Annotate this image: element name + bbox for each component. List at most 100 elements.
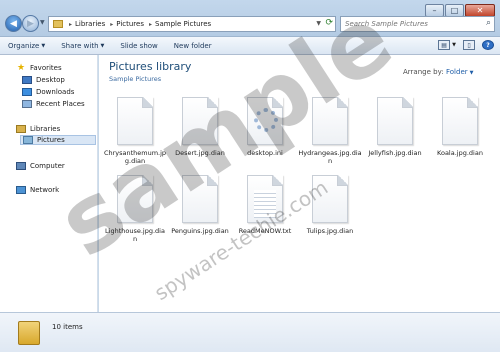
recent-places-icon <box>22 100 32 108</box>
details-pane: 10 items <box>0 312 500 352</box>
file-name: Desert.jpg.dian <box>175 149 225 157</box>
generic-file-icon <box>312 175 348 223</box>
chevron-down-icon: ▼ <box>100 42 105 49</box>
new-folder-label: New folder <box>173 41 212 50</box>
help-icon[interactable]: ? <box>482 40 494 50</box>
maximize-icon: □ <box>450 6 459 15</box>
folder-icon <box>53 20 63 28</box>
file-name: Tulips.jpg.dian <box>306 227 354 235</box>
text-file-icon <box>247 175 283 223</box>
folder-icon <box>18 321 40 345</box>
preview-pane-icon[interactable]: ▯ <box>463 40 475 50</box>
navigation-pane: ★ Favorites Desktop Downloads Recent Pla… <box>0 55 98 312</box>
settings-file-icon <box>247 97 283 145</box>
search-box[interactable]: ⌕ <box>340 16 495 32</box>
file-name: Lighthouse.jpg.dian <box>105 227 165 243</box>
file-item[interactable]: Koala.jpg.dian <box>428 97 492 157</box>
toolbar-right: ▤ ▼ ▯ ? <box>431 40 494 50</box>
organize-label: Organize <box>8 41 40 50</box>
breadcrumb-pictures[interactable]: Pictures <box>116 20 144 28</box>
downloads-icon <box>22 88 32 96</box>
file-name: Penguins.jpg.dian <box>171 227 229 235</box>
computer-icon <box>16 162 26 170</box>
minimize-icon: – <box>432 6 437 15</box>
nav-desktop-label: Desktop <box>36 76 65 84</box>
breadcrumb-libraries[interactable]: Libraries <box>75 20 105 28</box>
share-with-button[interactable]: Share with ▼ <box>61 42 104 50</box>
file-item[interactable]: Chrysanthemum.jpg.dian <box>103 97 167 165</box>
file-name: Jellyfish.jpg.dian <box>368 149 422 157</box>
forward-arrow-icon: ▶ <box>27 18 34 29</box>
nav-desktop[interactable]: Desktop <box>22 75 65 85</box>
organize-button[interactable]: Organize ▼ <box>8 42 45 50</box>
file-item[interactable]: Jellyfish.jpg.dian <box>363 97 427 157</box>
text-lines-icon <box>254 190 276 218</box>
breadcrumb-separator[interactable]: ▸ <box>69 21 72 28</box>
nav-libraries[interactable]: Libraries <box>16 124 60 134</box>
nav-favorites[interactable]: ★ Favorites <box>16 63 62 73</box>
file-item[interactable]: Desert.jpg.dian <box>168 97 232 157</box>
breadcrumb-separator[interactable]: ▸ <box>149 21 152 28</box>
back-arrow-icon: ◀ <box>10 18 17 29</box>
slide-show-button[interactable]: Slide show <box>120 42 157 50</box>
pictures-icon <box>23 136 33 144</box>
nav-recent-places-label: Recent Places <box>36 100 85 108</box>
command-bar: Organize ▼ Share with ▼ Slide show New fol… <box>0 37 500 55</box>
file-name: Chrysanthemum.jpg.dian <box>103 149 167 165</box>
generic-file-icon <box>312 97 348 145</box>
chevron-down-icon[interactable]: ▼ <box>452 42 456 48</box>
file-item[interactable]: ReadMeNOW.txt <box>233 175 297 235</box>
address-bar[interactable]: ▸ Libraries ▸ Pictures ▸ Sample Pictures… <box>48 16 336 32</box>
change-view-icon[interactable]: ▤ <box>438 40 451 50</box>
nav-libraries-label: Libraries <box>30 125 61 133</box>
nav-network[interactable]: Network <box>16 185 59 195</box>
file-item[interactable]: Lighthouse.jpg.dian <box>103 175 167 243</box>
file-name: Koala.jpg.dian <box>437 149 483 157</box>
generic-file-icon <box>182 175 218 223</box>
file-name: ReadMeNOW.txt <box>238 227 292 235</box>
nav-recent-places[interactable]: Recent Places <box>22 99 85 109</box>
arrange-by-label: Arrange by: <box>403 68 444 76</box>
generic-file-icon <box>377 97 413 145</box>
slide-show-label: Slide show <box>120 41 158 50</box>
chevron-down-icon: ▼ <box>469 70 474 76</box>
nav-computer[interactable]: Computer <box>16 161 65 171</box>
file-name: Hydrangeas.jpg.dian <box>298 149 362 165</box>
search-icon[interactable]: ⌕ <box>486 18 491 28</box>
item-count: 10 items <box>52 323 83 331</box>
breadcrumb-sample-pictures[interactable]: Sample Pictures <box>155 20 211 28</box>
gear-icon <box>254 108 278 132</box>
nav-network-label: Network <box>30 186 60 194</box>
nav-pictures[interactable]: Pictures <box>20 135 96 145</box>
generic-file-icon <box>117 175 153 223</box>
close-icon: ✕ <box>476 6 484 15</box>
page-title: Pictures library <box>109 60 192 73</box>
address-dropdown-icon[interactable]: ▼ <box>316 20 321 27</box>
nav-favorites-label: Favorites <box>30 64 62 72</box>
share-with-label: Share with <box>61 41 99 50</box>
search-input[interactable] <box>345 20 480 28</box>
breadcrumb-separator[interactable]: ▸ <box>110 21 113 28</box>
forward-button[interactable]: ▶ <box>22 15 39 32</box>
arrange-by-value: Folder <box>446 68 468 76</box>
nav-computer-label: Computer <box>30 162 65 170</box>
generic-file-icon <box>182 97 218 145</box>
file-item[interactable]: Hydrangeas.jpg.dian <box>298 97 362 165</box>
network-icon <box>16 186 26 194</box>
arrange-by-dropdown[interactable]: Folder ▼ <box>446 68 474 76</box>
file-item[interactable]: Tulips.jpg.dian <box>298 175 362 235</box>
libraries-icon <box>16 125 26 133</box>
chevron-down-icon: ▼ <box>41 42 46 49</box>
refresh-icon[interactable]: ⟳ <box>325 18 333 28</box>
library-subtitle: Sample Pictures <box>109 75 162 83</box>
file-item[interactable]: Penguins.jpg.dian <box>168 175 232 235</box>
star-icon: ★ <box>16 63 26 73</box>
nav-downloads[interactable]: Downloads <box>22 87 74 97</box>
recent-pages-dropdown[interactable]: ▼ <box>40 19 45 26</box>
file-item[interactable]: desktop.ini <box>233 97 297 157</box>
new-folder-button[interactable]: New folder <box>174 42 212 50</box>
back-button[interactable]: ◀ <box>5 15 22 32</box>
desktop-icon <box>22 76 32 84</box>
file-list-pane: Pictures library Sample Pictures Arrange… <box>99 55 500 312</box>
nav-downloads-label: Downloads <box>36 88 75 96</box>
